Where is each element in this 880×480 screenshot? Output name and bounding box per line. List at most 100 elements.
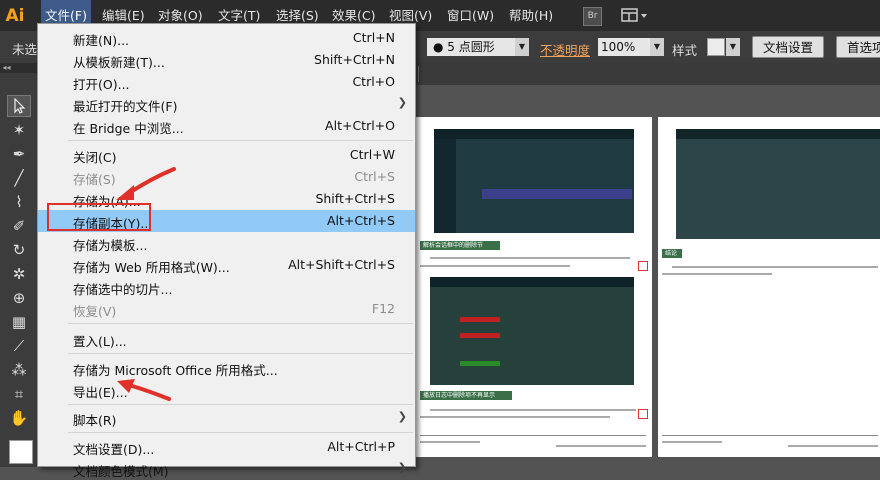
line-tool[interactable]: ╱ bbox=[7, 167, 31, 189]
menu-item-label: 置入(L)... bbox=[73, 334, 127, 349]
menu-item-document-color-mode[interactable]: 文档颜色模式(M) ❯ bbox=[38, 458, 415, 480]
menu-item-save-for-web[interactable]: 存储为 Web 所用格式(W)... Alt+Shift+Ctrl+S bbox=[38, 254, 415, 276]
stroke-dropdown-arrow-icon[interactable]: ▼ bbox=[515, 38, 529, 56]
app-logo: Ai bbox=[5, 5, 25, 26]
artboard-tool[interactable]: ⌗ bbox=[7, 383, 31, 405]
screenshot-titlebar bbox=[430, 277, 634, 287]
hand-tool[interactable]: ✋ bbox=[7, 407, 31, 429]
dot-icon: ● bbox=[433, 40, 448, 54]
menu-item-save[interactable]: 存储(S) Ctrl+S bbox=[38, 166, 415, 188]
page2-screenshot-1 bbox=[676, 129, 880, 239]
menu-item-shortcut: Alt+Ctrl+P bbox=[327, 439, 395, 454]
menu-item-label: 在 Bridge 中浏览... bbox=[73, 121, 184, 136]
menu-item-open-recent[interactable]: 最近打开的文件(F) ❯ bbox=[38, 93, 415, 115]
pen-tool[interactable]: ✒ bbox=[7, 143, 31, 165]
submenu-arrow-icon: ❯ bbox=[397, 461, 407, 474]
shape-builder-tool[interactable]: ⊕ bbox=[7, 287, 31, 309]
spray-icon: ⁂ bbox=[11, 361, 27, 379]
opacity-label[interactable]: 不透明度 bbox=[540, 40, 590, 59]
text-line bbox=[672, 266, 878, 268]
symbol-sprayer-tool[interactable]: ⁂ bbox=[7, 359, 31, 381]
menu-item-revert[interactable]: 恢复(V) F12 bbox=[38, 298, 415, 320]
submenu-arrow-icon: ❯ bbox=[397, 96, 407, 109]
style-dropdown-arrow-icon[interactable]: ▼ bbox=[726, 38, 740, 56]
screenshot-titlebar bbox=[676, 129, 880, 139]
menu-item-label: 新建(N)... bbox=[73, 33, 130, 48]
menu-item-close[interactable]: 关闭(C) Ctrl+W bbox=[38, 144, 415, 166]
menu-item-label: 存储为模板... bbox=[73, 238, 148, 253]
page1-section-header-1: 解析会话框中的删除节 bbox=[420, 241, 500, 250]
submenu-arrow-icon: ❯ bbox=[397, 410, 407, 423]
eraser-tool[interactable]: ✐ bbox=[7, 215, 31, 237]
screenshot-sidebar bbox=[434, 139, 456, 233]
tools-panel-header[interactable]: ◂◂ bbox=[0, 63, 38, 73]
menu-item-label: 文档颜色模式(M) bbox=[73, 464, 169, 479]
annotation-arrow-icon bbox=[117, 379, 171, 401]
menu-item-shortcut: Ctrl+N bbox=[352, 30, 395, 45]
magic-wand-tool[interactable]: ✶ bbox=[7, 119, 31, 141]
collapse-panel-icon: ◂◂ bbox=[0, 63, 11, 72]
menu-item-shortcut: Shift+Ctrl+S bbox=[315, 191, 395, 206]
menu-item-scripts[interactable]: 脚本(R) ❯ bbox=[38, 407, 415, 429]
arrange-documents-button[interactable] bbox=[620, 7, 650, 24]
menu-item-document-setup[interactable]: 文档设置(D)... Alt+Ctrl+P bbox=[38, 436, 415, 458]
style-swatch[interactable] bbox=[707, 38, 725, 56]
footer-rule bbox=[662, 435, 878, 436]
menu-item-save-for-office[interactable]: 存储为 Microsoft Office 所用格式... bbox=[38, 357, 415, 379]
paintbrush-tool[interactable]: ⌇ bbox=[7, 191, 31, 213]
menu-separator bbox=[68, 323, 413, 324]
menu-item-shortcut: Ctrl+O bbox=[352, 74, 395, 89]
menu-item-label: 打开(O)... bbox=[73, 77, 130, 92]
eyedropper-tool[interactable]: ⟋ bbox=[7, 335, 31, 357]
menu-item-new-from-template[interactable]: 从模板新建(T)... Shift+Ctrl+N bbox=[38, 49, 415, 71]
menu-item-label: 文档设置(D)... bbox=[73, 442, 155, 457]
menu-item-browse-in-bridge[interactable]: 在 Bridge 中浏览... Alt+Ctrl+O bbox=[38, 115, 415, 137]
menu-item-shortcut: Alt+Ctrl+S bbox=[326, 213, 395, 228]
screenshot-green-node bbox=[460, 361, 500, 366]
menu-item-shortcut: Alt+Shift+Ctrl+S bbox=[288, 257, 395, 272]
stroke-profile-value: 5 点圆形 bbox=[447, 40, 495, 54]
menu-item-place[interactable]: 置入(L)... bbox=[38, 328, 415, 350]
text-line bbox=[662, 441, 722, 443]
opacity-input[interactable]: 100% bbox=[598, 38, 650, 56]
perspective-grid-tool[interactable]: ▦ bbox=[7, 311, 31, 333]
menu-item-shortcut: Alt+Ctrl+O bbox=[325, 118, 395, 133]
menu-item-shortcut: Shift+Ctrl+N bbox=[314, 52, 395, 67]
footer-rule bbox=[420, 435, 646, 436]
selection-tool[interactable] bbox=[7, 95, 31, 117]
page1-screenshot-1 bbox=[434, 129, 634, 233]
menu-item-label: 脚本(R) bbox=[73, 413, 117, 428]
artboard-icon: ⌗ bbox=[14, 385, 24, 403]
menu-item-save-as-template[interactable]: 存储为模板... bbox=[38, 232, 415, 254]
eyedropper-icon: ⟋ bbox=[13, 337, 25, 355]
preferences-button[interactable]: 首选项 bbox=[836, 36, 880, 58]
menu-item-open[interactable]: 打开(O)... Ctrl+O bbox=[38, 71, 415, 93]
text-line bbox=[662, 273, 772, 275]
document-settings-button[interactable]: 文档设置 bbox=[752, 36, 825, 58]
text-line bbox=[420, 416, 610, 418]
file-menu-dropdown: 新建(N)... Ctrl+N 从模板新建(T)... Shift+Ctrl+N… bbox=[37, 23, 416, 479]
artboard-page-1[interactable]: 解析会话框中的删除节 播放日志中删除项不再显示 bbox=[416, 117, 652, 457]
puppet-warp-tool[interactable]: ✲ bbox=[7, 263, 31, 285]
menu-item-save-selected-slices[interactable]: 存储选中的切片... bbox=[38, 276, 415, 298]
menu-item-label: 从模板新建(T)... bbox=[73, 55, 165, 70]
screenshot-selected-row bbox=[482, 189, 632, 199]
text-line bbox=[430, 409, 636, 411]
menu-separator bbox=[68, 140, 413, 141]
menu-separator bbox=[68, 353, 413, 354]
menu-item-export[interactable]: 导出(E)... bbox=[38, 379, 415, 401]
opacity-dropdown-arrow-icon[interactable]: ▼ bbox=[650, 38, 664, 56]
overflow-marker-icon bbox=[638, 261, 648, 271]
rotate-tool[interactable]: ↻ bbox=[7, 239, 31, 261]
overflow-marker-icon bbox=[638, 409, 648, 419]
selection-status: 未选 bbox=[12, 42, 38, 57]
bridge-button[interactable]: Br bbox=[583, 7, 602, 26]
menu-help[interactable]: 帮助(H) bbox=[505, 0, 557, 31]
menu-window[interactable]: 窗口(W) bbox=[443, 0, 498, 31]
fill-color-swatch[interactable] bbox=[9, 440, 33, 464]
artboard-page-2[interactable]: 结论 bbox=[658, 117, 880, 457]
stroke-profile-select[interactable]: ● 5 点圆形 bbox=[427, 38, 515, 56]
menu-item-new[interactable]: 新建(N)... Ctrl+N bbox=[38, 27, 415, 49]
screenshot-red-node bbox=[460, 317, 500, 322]
shape-builder-icon: ⊕ bbox=[12, 289, 26, 307]
